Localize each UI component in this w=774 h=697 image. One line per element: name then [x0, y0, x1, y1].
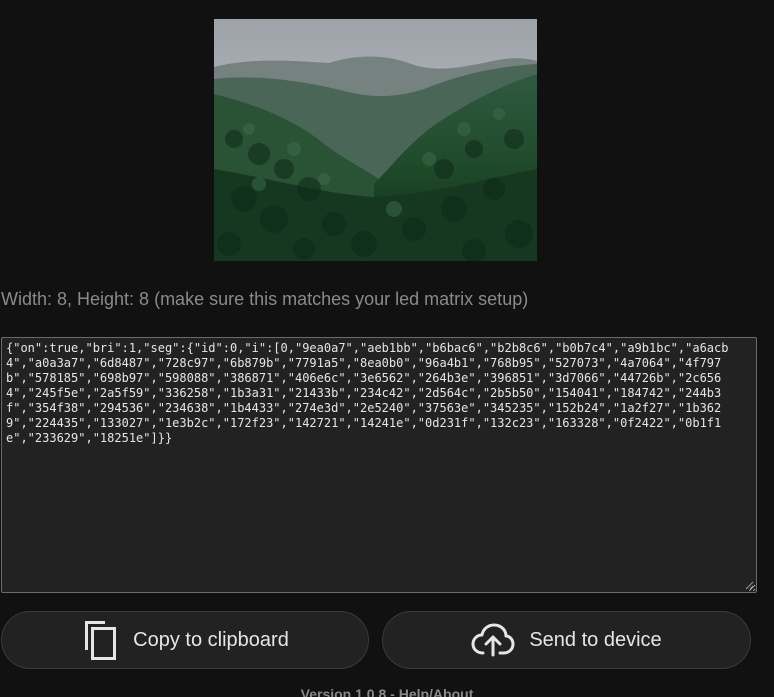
copy-to-clipboard-button[interactable]: Copy to clipboard [1, 611, 369, 669]
copy-icon [81, 619, 119, 661]
forest-valley-photo [214, 19, 537, 261]
footer-separator: - [386, 686, 399, 697]
matrix-size-info: Width: 8, Height: 8 (make sure this matc… [1, 289, 529, 309]
json-output-textarea[interactable] [1, 337, 757, 593]
resize-handle-icon[interactable] [745, 581, 754, 590]
page: Width: 8, Height: 8 (make sure this matc… [0, 0, 774, 697]
version-text: Version 1.0.8 [300, 686, 387, 697]
cloud-upload-icon [471, 623, 515, 657]
footer: Version 1.0.8 - Help/About [0, 686, 774, 697]
help-about-link[interactable]: Help/About [399, 686, 474, 697]
send-to-device-button[interactable]: Send to device [382, 611, 751, 669]
send-to-device-label: Send to device [529, 628, 662, 651]
copy-to-clipboard-label: Copy to clipboard [133, 628, 289, 651]
